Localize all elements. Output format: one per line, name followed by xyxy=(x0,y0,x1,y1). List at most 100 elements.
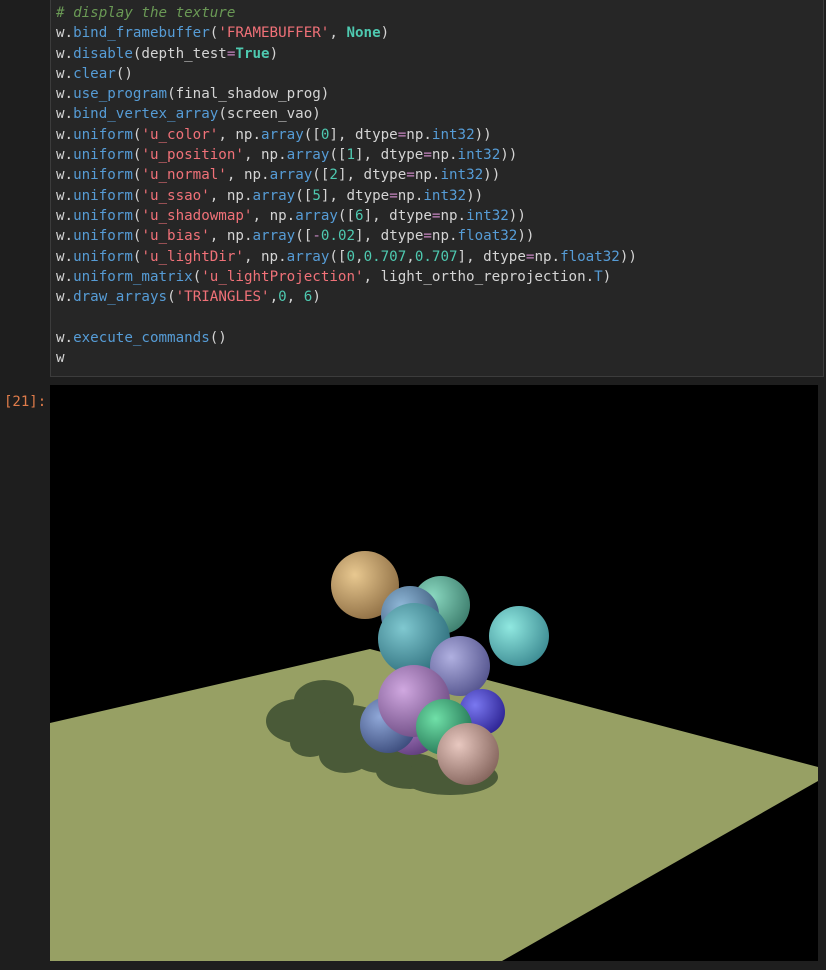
code-token-num: 0.707 xyxy=(363,248,407,265)
code-token-num: 6 xyxy=(355,207,364,224)
code-token-plain: ) xyxy=(380,25,390,42)
code-token-obj: w. xyxy=(56,248,74,265)
code-token-plain: )) xyxy=(508,207,526,224)
code-token-obj: w. xyxy=(56,268,74,285)
cyan-sphere-right xyxy=(489,606,549,666)
code-token-num: 0.02 xyxy=(320,228,356,245)
code-token-plain: ) xyxy=(269,45,279,62)
code-editor[interactable]: # display the texture w.bind_framebuffer(… xyxy=(56,3,637,368)
code-token-obj: w. xyxy=(56,289,74,306)
code-token-str: 'FRAMEBUFFER' xyxy=(218,25,330,42)
code-token-plain: ], dtype xyxy=(457,248,526,265)
code-token-plain: , np. xyxy=(226,167,270,184)
code-line: w.disable(depth_test=True) xyxy=(56,44,637,64)
code-token-fn: uniform xyxy=(73,167,133,184)
code-token-plain: ([ xyxy=(295,187,313,204)
code-token-obj: w. xyxy=(56,126,74,143)
code-token-obj: w. xyxy=(56,207,74,224)
code-token-plain: np. xyxy=(431,228,458,245)
code-token-plain: np. xyxy=(431,147,458,164)
code-token-attr: int32 xyxy=(440,167,484,184)
code-token-attr: float32 xyxy=(560,248,620,265)
code-token-plain: ( xyxy=(167,289,176,306)
code-token-plain: )) xyxy=(500,147,518,164)
code-token-plain: ], dtype xyxy=(337,167,407,184)
code-line: w.draw_arrays('TRIANGLES',0, 6) xyxy=(56,287,637,307)
code-token-obj: w. xyxy=(56,45,74,62)
code-token-obj: w. xyxy=(56,65,74,82)
code-token-str: 'u_ssao' xyxy=(141,187,210,204)
code-token-plain: () xyxy=(115,65,133,82)
code-token-obj: w. xyxy=(56,167,74,184)
code-token-op: = xyxy=(423,147,432,164)
code-token-num: 1 xyxy=(346,147,356,164)
rose-sphere xyxy=(437,723,499,785)
code-token-plain: w xyxy=(56,350,65,367)
code-line: # display the texture xyxy=(56,3,637,23)
code-token-obj: w. xyxy=(56,228,74,245)
code-line: w.uniform('u_position', np.array([1], dt… xyxy=(56,145,637,165)
code-token-plain: ], dtype xyxy=(329,126,398,143)
code-token-obj: w. xyxy=(56,329,74,346)
code-token-attr: array xyxy=(261,126,304,143)
code-token-fn: draw_arrays xyxy=(73,289,168,306)
code-token-fn: uniform xyxy=(73,248,133,265)
code-line: w.uniform('u_ssao', np.array([5], dtype=… xyxy=(56,186,637,206)
code-token-attr: array xyxy=(252,187,296,204)
code-token-plain: ) xyxy=(602,268,612,285)
code-token-obj: w. xyxy=(56,106,74,123)
notebook-view: # display the texture w.bind_framebuffer(… xyxy=(0,0,826,970)
code-token-plain: , xyxy=(269,289,279,306)
code-token-attr: float32 xyxy=(457,228,518,245)
code-token-plain: , xyxy=(406,248,415,265)
code-token-plain: )) xyxy=(474,126,492,143)
code-token-plain: , np. xyxy=(209,187,253,204)
code-token-plain: ([ xyxy=(303,126,321,143)
code-token-op: - xyxy=(312,228,321,245)
code-token-plain: ( xyxy=(192,268,202,285)
code-token-plain: )) xyxy=(466,187,484,204)
code-token-plain: ], dtype xyxy=(320,187,390,204)
code-token-fn: disable xyxy=(73,45,133,62)
code-token-plain: , xyxy=(286,289,304,306)
code-token-fn: uniform xyxy=(73,126,133,143)
code-line: w xyxy=(56,348,637,368)
code-token-fn: clear xyxy=(73,65,116,82)
code-token-plain: ], dtype xyxy=(355,147,424,164)
code-token-fn: uniform xyxy=(73,228,133,245)
code-token-plain: np. xyxy=(414,167,441,184)
code-token-plain: np. xyxy=(440,207,467,224)
code-token-attr: int32 xyxy=(431,126,475,143)
code-token-plain: )) xyxy=(619,248,637,265)
code-token-fn: bind_framebuffer xyxy=(73,25,210,42)
code-token-plain: , np. xyxy=(243,147,287,164)
code-line: w.uniform('u_shadowmap', np.array([6], d… xyxy=(56,206,637,226)
code-token-attr: array xyxy=(286,248,330,265)
code-token-obj: w. xyxy=(56,147,74,164)
code-token-str: 'u_lightProjection' xyxy=(201,268,364,285)
code-token-comment: # display the texture xyxy=(56,5,236,21)
code-token-plain: , np. xyxy=(243,248,287,265)
code-line: w.uniform('u_bias', np.array([-0.02], dt… xyxy=(56,226,637,246)
code-token-num: 2 xyxy=(329,167,338,184)
code-line: w.clear() xyxy=(56,64,637,84)
code-line: w.use_program(final_shadow_prog) xyxy=(56,84,637,104)
code-token-plain: ) xyxy=(312,289,321,306)
code-line: w.uniform('u_color', np.array([0], dtype… xyxy=(56,125,637,145)
code-token-obj: w. xyxy=(56,25,74,42)
code-line: w.bind_vertex_array(screen_vao) xyxy=(56,104,637,124)
code-token-attr: int32 xyxy=(457,147,501,164)
code-cell[interactable]: # display the texture w.bind_framebuffer(… xyxy=(50,0,824,377)
code-token-attr: T xyxy=(594,268,603,285)
code-token-num: 0 xyxy=(278,289,287,306)
code-line: w.uniform('u_normal', np.array([2], dtyp… xyxy=(56,165,637,185)
code-token-str: 'u_color' xyxy=(141,126,219,143)
code-token-attr: array xyxy=(252,228,296,245)
code-token-attr: array xyxy=(295,207,338,224)
code-token-plain: , np. xyxy=(218,126,262,143)
code-token-plain: ([ xyxy=(329,147,347,164)
code-token-str: 'u_bias' xyxy=(141,228,210,245)
code-token-str: 'u_lightDir' xyxy=(141,248,244,265)
code-token-attr: array xyxy=(286,147,330,164)
code-token-fn: uniform xyxy=(73,147,133,164)
